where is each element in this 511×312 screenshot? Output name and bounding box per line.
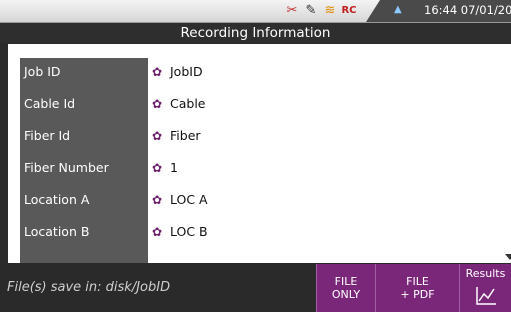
- status-bar: ✂ ✎ ≋ RC ▲ 16:44 07/01/202: [0, 0, 511, 23]
- field-value[interactable]: LOC B: [170, 224, 208, 239]
- gear-icon[interactable]: ✿: [152, 95, 164, 113]
- page-title: Recording Information: [0, 23, 511, 43]
- file-only-label-line2: ONLY: [331, 288, 361, 301]
- field-value[interactable]: 1: [170, 160, 178, 175]
- file-pdf-label-line2: + PDF: [400, 288, 435, 301]
- gear-icon[interactable]: ✿: [152, 159, 164, 177]
- pen-icon: ✎: [305, 3, 317, 18]
- results-label: Results: [465, 267, 506, 280]
- recording-info-panel: Job ID ✿ JobID Cable Id ✿ Cable Fiber Id ✿ Fiber…: [8, 44, 511, 263]
- field-value[interactable]: Fiber: [170, 128, 201, 143]
- gear-icon[interactable]: ✿: [152, 127, 164, 145]
- remote-icon: RC: [341, 5, 357, 16]
- file-pdf-label-line1: FILE: [406, 275, 429, 288]
- field-row[interactable]: Cable Id ✿ Cable: [8, 92, 511, 116]
- results-button[interactable]: Results: [459, 264, 511, 312]
- field-value[interactable]: JobID: [170, 64, 203, 79]
- field-row[interactable]: Location A ✿ LOC A: [8, 188, 511, 212]
- field-label: Job ID: [24, 64, 61, 79]
- clock: 16:44 07/01/202: [424, 3, 511, 17]
- field-label: Location B: [24, 224, 90, 239]
- field-label: Fiber Number: [24, 160, 109, 175]
- tool-icon: ✂: [286, 3, 298, 18]
- field-row[interactable]: Fiber Id ✿ Fiber: [8, 124, 511, 148]
- field-label: Location A: [24, 192, 90, 207]
- field-label: Fiber Id: [24, 128, 71, 143]
- chart-line-icon: [475, 287, 496, 305]
- field-row[interactable]: Job ID ✿ JobID: [8, 60, 511, 84]
- file-only-label-line1: FILE: [334, 275, 358, 288]
- clock-tab: ▲ 16:44 07/01/202: [366, 0, 511, 22]
- battery-icon: ▲: [394, 4, 402, 15]
- save-path-text: File(s) save in: disk/JobID: [7, 280, 171, 295]
- status-icons: ✂ ✎ ≋ RC: [284, 3, 357, 19]
- wifi-icon: ≋: [324, 3, 336, 18]
- file-only-button[interactable]: FILE ONLY: [316, 264, 375, 312]
- field-row[interactable]: Location B ✿ LOC B: [8, 220, 511, 244]
- gear-icon[interactable]: ✿: [152, 191, 164, 209]
- gear-icon[interactable]: ✿: [152, 223, 164, 241]
- field-value[interactable]: Cable: [170, 96, 206, 111]
- gear-icon[interactable]: ✿: [152, 63, 164, 81]
- file-pdf-button[interactable]: FILE + PDF: [375, 264, 459, 312]
- field-value[interactable]: LOC A: [170, 192, 208, 207]
- scroll-down-icon[interactable]: [505, 254, 511, 260]
- field-label: Cable Id: [24, 96, 76, 111]
- field-row[interactable]: Fiber Number ✿ 1: [8, 156, 511, 180]
